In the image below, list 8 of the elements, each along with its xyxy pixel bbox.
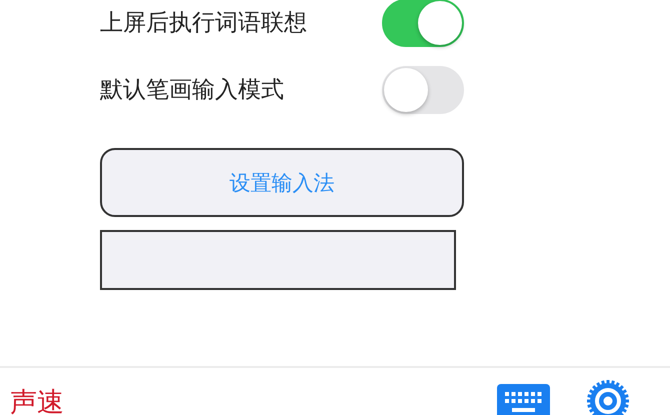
setting-label: 默认笔画输入模式 xyxy=(100,76,284,105)
setup-button[interactable]: 设置输入法 xyxy=(100,148,464,217)
keyboard-icon[interactable] xyxy=(497,384,550,415)
setting-label: 上屏后执行词语联想 xyxy=(100,9,307,38)
settings-icon[interactable] xyxy=(586,379,630,415)
empty-field[interactable] xyxy=(100,230,456,290)
brand-logo: 声速 xyxy=(10,386,64,415)
toggle-switch[interactable] xyxy=(382,0,464,46)
